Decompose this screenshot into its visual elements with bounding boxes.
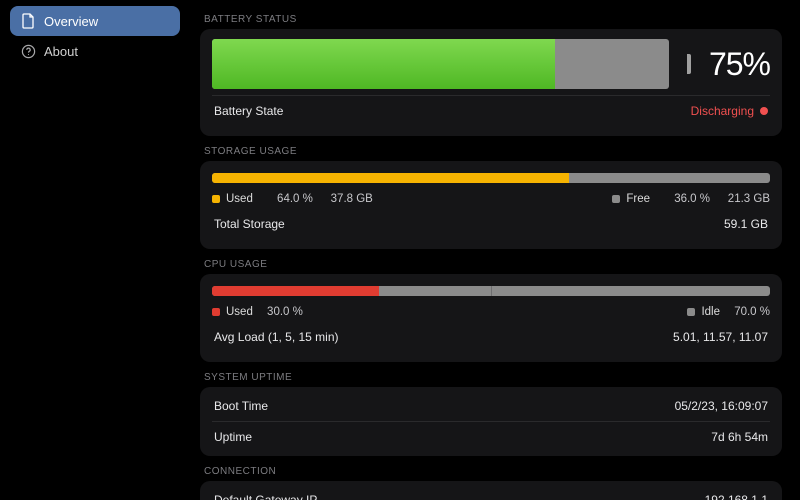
section-title-cpu: CPU Usage [204,259,782,270]
storage-bar [212,173,770,183]
gateway-ip-label: Default Gateway IP [214,493,317,500]
uptime-value: 7d 6h 54m [711,430,768,444]
sidebar-item-about[interactable]: About [10,36,180,66]
storage-legend: Used 64.0 % 37.8 GB Free 36.0 % 21.3 GB [212,189,770,205]
total-storage-label: Total Storage [214,217,285,231]
cpu-fill [212,286,379,296]
uptime-panel: Boot Time 05/2/23, 16:09:07 Uptime 7d 6h… [200,387,782,456]
storage-panel: Used 64.0 % 37.8 GB Free 36.0 % 21.3 GB … [200,161,782,249]
battery-state-value: Discharging [691,104,768,118]
uptime-label: Uptime [214,430,252,444]
gateway-ip-value: 192.168.1.1 [705,493,768,500]
legend-swatch-free-icon [612,195,620,203]
legend-swatch-used-icon [212,308,220,316]
status-dot-icon [760,107,768,115]
avg-load-value: 5.01, 11.57, 11.07 [673,330,768,344]
sidebar-item-label: About [44,44,78,59]
boot-time-label: Boot Time [214,399,268,413]
total-storage-value: 59.1 GB [724,217,768,231]
section-title-uptime: System Uptime [204,372,782,383]
battery-percentage: 75% [709,46,770,83]
question-circle-icon [20,43,36,59]
cpu-panel: Used 30.0 % Idle 70.0 % Avg Load (1, 5, … [200,274,782,362]
storage-fill [212,173,569,183]
legend-swatch-idle-icon [687,308,695,316]
main-content: Battery Status 75% Battery State Dischar… [190,0,800,500]
section-title-storage: Storage Usage [204,146,782,157]
section-title-connection: Connection [204,466,782,477]
sidebar: Overview About [0,0,190,500]
cpu-bar [212,286,770,296]
battery-bar [212,39,669,89]
legend-swatch-used-icon [212,195,220,203]
battery-cap-icon [687,54,691,74]
battery-state-label: Battery State [214,104,283,118]
cpu-bar-tick-icon [491,286,492,296]
connection-panel: Default Gateway IP 192.168.1.1 DNS Serve… [200,481,782,500]
sidebar-item-label: Overview [44,14,98,29]
avg-load-label: Avg Load (1, 5, 15 min) [214,330,339,344]
boot-time-value: 05/2/23, 16:09:07 [675,399,768,413]
cpu-legend: Used 30.0 % Idle 70.0 % [212,302,770,318]
section-title-battery: Battery Status [204,14,782,25]
sidebar-item-overview[interactable]: Overview [10,6,180,36]
battery-fill [212,39,555,89]
document-icon [20,13,36,29]
battery-panel: 75% Battery State Discharging [200,29,782,136]
